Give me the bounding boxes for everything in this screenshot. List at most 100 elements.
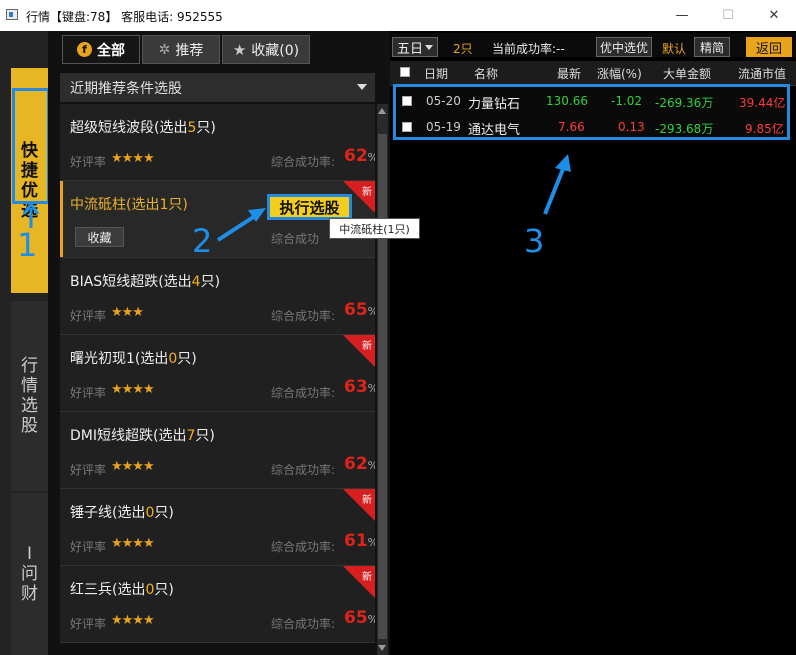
strategy-card-selected[interactable]: 中流砥柱(选出1只) 收藏 执行选股 综合成功 新: [60, 181, 375, 258]
back-button[interactable]: 返回: [746, 37, 792, 57]
rating-stars: ★★★★: [111, 613, 155, 628]
tab-all[interactable]: f 全部: [62, 35, 140, 64]
minimize-button[interactable]: —: [670, 6, 694, 26]
rating-label: 好评率: [70, 155, 107, 169]
strategy-name: 曙光初现1(选出0只): [70, 351, 197, 367]
tab-favorites[interactable]: ★ 收藏(0): [222, 35, 310, 64]
strategy-name: 中流砥柱(选出1只): [70, 197, 188, 213]
result-toolbar: 五日 2只 当前成功率:-- 优中选优 默认 精简 返回: [390, 33, 796, 57]
sidebar-tab-char: I: [26, 544, 32, 564]
rating-stars: ★★★: [111, 305, 144, 320]
execute-screen-button[interactable]: 执行选股: [267, 194, 352, 220]
sidebar-tab-char: 问: [21, 564, 38, 584]
optimize-button[interactable]: 优中选优: [596, 37, 652, 57]
rating-label: 好评率: [70, 309, 107, 323]
tab-recommend-label: 推荐: [175, 42, 204, 59]
cell-date: 05-19: [426, 120, 461, 134]
strategy-name: 红三兵(选出0只): [70, 582, 174, 598]
window-titlebar: 行情【键盘:78】 客服电话: 952555 — ☐ ✕: [0, 0, 796, 31]
col-float-cap[interactable]: 流通市值: [738, 65, 786, 82]
col-name[interactable]: 名称: [474, 65, 498, 82]
success-rate: 65%: [344, 608, 375, 628]
result-count: 2只: [453, 42, 473, 56]
app-icon: [6, 9, 18, 20]
success-label: 综合成功率:: [271, 386, 336, 400]
tab-favorites-label: 收藏(0): [251, 42, 300, 59]
row-checkbox[interactable]: [402, 122, 412, 132]
simple-view-button[interactable]: 精简: [694, 37, 730, 57]
period-value: 五日: [397, 41, 424, 57]
strategy-card[interactable]: BIAS短线超跌(选出4只) 好评率 ★★★ 综合成功率: 65%: [60, 258, 375, 335]
star-icon: ★: [232, 40, 247, 59]
section-dropdown[interactable]: 近期推荐条件选股: [60, 73, 375, 102]
select-all-checkbox[interactable]: [400, 67, 410, 77]
col-change[interactable]: 涨幅(%): [597, 65, 642, 82]
f-icon: f: [77, 42, 92, 57]
cell-float-cap: 39.44亿: [739, 96, 786, 110]
close-button[interactable]: ✕: [762, 6, 786, 26]
maximize-button[interactable]: ☐: [716, 6, 740, 26]
sidebar-tab-char: 行: [21, 356, 38, 376]
rating-label: 好评率: [70, 540, 107, 554]
success-label: 综合成功率:: [271, 617, 336, 631]
success-label: 综合成功率:: [271, 463, 336, 477]
strategy-card[interactable]: DMI短线超跌(选出7只) 好评率 ★★★★ 综合成功率: 62%: [60, 412, 375, 489]
success-label: 综合成功率:: [271, 155, 336, 169]
current-success-rate: 当前成功率:--: [492, 42, 565, 56]
success-label: 综合成功: [271, 232, 320, 246]
sidebar-tab-char: 情: [21, 376, 38, 396]
cell-name[interactable]: 通达电气: [468, 119, 520, 138]
rating-label: 好评率: [70, 617, 107, 631]
success-label: 综合成功率:: [271, 540, 336, 554]
strategy-tabs: f 全部 ✲ 推荐 ★ 收藏(0): [56, 35, 386, 65]
selection-stripe: [60, 181, 63, 257]
strategy-card[interactable]: 锤子线(选出0只) 好评率 ★★★★ 综合成功率: 61% 新: [60, 489, 375, 566]
table-row[interactable]: 05-19 通达电气 7.66 0.13 -293.68万 9.85亿: [396, 115, 787, 139]
rating-label: 好评率: [70, 463, 107, 477]
tab-recommend[interactable]: ✲ 推荐: [142, 35, 220, 64]
table-row[interactable]: 05-20 力量钻石 130.66 -1.02 -269.36万 39.44亿: [396, 89, 787, 113]
chevron-down-icon: [357, 84, 367, 90]
cell-name[interactable]: 力量钻石: [468, 93, 520, 112]
scroll-down-icon[interactable]: [378, 645, 386, 651]
strategy-card[interactable]: 曙光初现1(选出0只) 好评率 ★★★★ 综合成功率: 63% 新: [60, 335, 375, 412]
strategy-card[interactable]: 超级短线波段(选出5只) 好评率 ★★★★ 综合成功率: 62%: [60, 104, 375, 181]
col-latest[interactable]: 最新: [557, 65, 581, 82]
cell-latest: 130.66: [546, 94, 588, 108]
cell-big-order: -293.68万: [655, 122, 714, 136]
chevron-down-icon: [425, 45, 433, 50]
success-rate: 62%: [344, 454, 375, 474]
sidebar-tab-market-select[interactable]: 行 情 选 股: [11, 301, 48, 491]
window-title: 行情【键盘:78】 客服电话: 952555: [26, 10, 223, 24]
annotation-number-1: 1: [17, 226, 38, 264]
favorite-button[interactable]: 收藏: [75, 227, 124, 247]
cell-change: 0.13: [618, 120, 645, 134]
rating-stars: ★★★★: [111, 151, 155, 166]
new-badge-text: 新: [362, 187, 372, 198]
col-date[interactable]: 日期: [424, 65, 448, 82]
success-label: 综合成功率:: [271, 309, 336, 323]
default-view-button[interactable]: 默认: [662, 40, 686, 57]
result-panel: 五日 2只 当前成功率:-- 优中选优 默认 精简 返回 日期 名称 最新 涨幅…: [390, 31, 796, 655]
row-checkbox[interactable]: [402, 96, 412, 106]
annotation-number-2: 2: [192, 222, 213, 260]
scroll-thumb[interactable]: [378, 134, 387, 639]
strategy-name: 超级短线波段(选出5只): [70, 120, 216, 136]
strategy-scrollbar[interactable]: [377, 104, 388, 655]
col-big-order[interactable]: 大单金额: [663, 65, 711, 82]
period-select[interactable]: 五日: [392, 37, 438, 57]
strategy-panel: f 全部 ✲ 推荐 ★ 收藏(0) 近期推荐条件选股 超级短线波段(选出5只) …: [48, 31, 390, 655]
strategy-list: 超级短线波段(选出5只) 好评率 ★★★★ 综合成功率: 62% 中流砥柱(选出…: [60, 104, 375, 655]
success-rate: 62%: [344, 146, 375, 166]
strategy-tooltip: 中流砥柱(1只): [329, 218, 420, 239]
strategy-card[interactable]: 红三兵(选出0只) 好评率 ★★★★ 综合成功率: 65% 新: [60, 566, 375, 643]
cell-change: -1.02: [611, 94, 643, 108]
scroll-up-icon[interactable]: [378, 108, 386, 114]
sidebar-tab-iwencai[interactable]: I 问 财: [11, 493, 48, 655]
annotation-box-1: [12, 88, 50, 204]
strategy-name: BIAS短线超跌(选出4只): [70, 274, 221, 290]
success-rate: 63%: [344, 377, 375, 397]
new-badge-text: 新: [362, 495, 372, 506]
success-rate: 61%: [344, 531, 375, 551]
cell-date: 05-20: [426, 94, 461, 108]
